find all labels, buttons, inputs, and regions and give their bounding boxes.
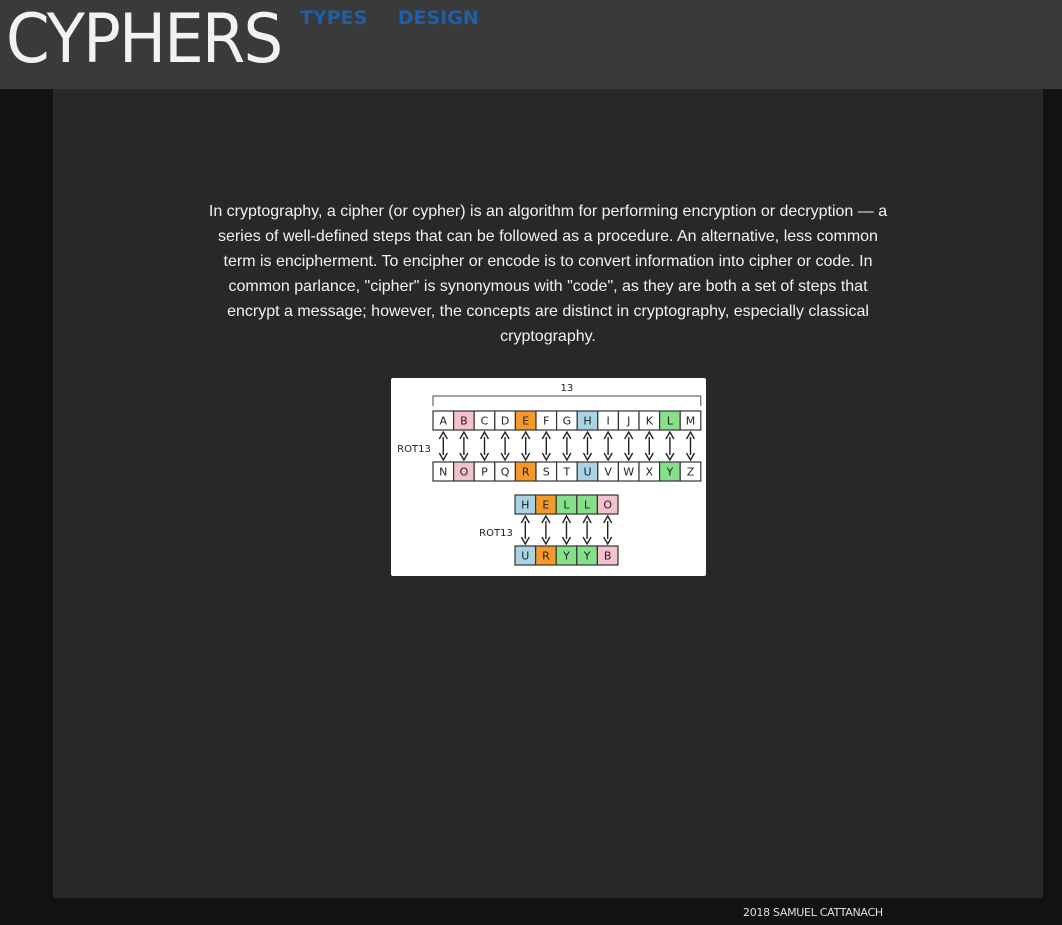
top-row-cell-K-letter: K	[646, 415, 654, 428]
bottom-row-cell-Y-letter: Y	[666, 466, 674, 479]
intro-paragraph: In cryptography, a cipher (or cypher) is…	[208, 203, 888, 345]
plain-word-cell-0-letter: H	[521, 499, 529, 512]
bottom-row-cell-P-letter: P	[481, 466, 488, 479]
word-rot-label: ROT13	[479, 528, 513, 539]
top-row-cell-H-letter: H	[583, 415, 591, 428]
bottom-row-cell-T-letter: T	[563, 466, 571, 479]
top-row-cell-I-letter: I	[606, 415, 609, 428]
top-row-cell-A-letter: A	[440, 415, 448, 428]
bottom-row-cell-O-letter: O	[460, 466, 469, 479]
content-panel: In cryptography, a cipher (or cypher) is…	[53, 89, 1043, 898]
cipher-word-cell-3-letter: Y	[583, 550, 591, 563]
plain-word-cell-3-letter: L	[584, 499, 591, 512]
bottom-row-cell-S-letter: S	[543, 466, 550, 479]
top-row-cell-L-letter: L	[667, 415, 674, 428]
bottom-row-cell-Z-letter: Z	[687, 466, 695, 479]
cipher-word-cell-1-letter: R	[542, 550, 550, 563]
bottom-row-cell-R-letter: R	[522, 466, 530, 479]
cipher-word-cell-4-letter: B	[604, 550, 612, 563]
bottom-row-cell-N-letter: N	[439, 466, 447, 479]
bottom-row-cell-U-letter: U	[583, 466, 591, 479]
site-footer: 2018 SAMUEL CATTANACH	[0, 898, 1062, 925]
top-row-cell-F-letter: F	[543, 415, 549, 428]
bottom-row-cell-W-letter: W	[623, 466, 634, 479]
main-nav: TYPES DESIGN	[300, 7, 505, 29]
top-row-cell-G-letter: G	[563, 415, 572, 428]
top-row-cell-E-letter: E	[522, 415, 529, 428]
bottom-row-cell-Q-letter: Q	[501, 466, 510, 479]
rot13-diagram-svg: 13A B C D E F G H I J K L MN O P Q R S T U V W X Y ZROT13H E L L OU R…	[397, 383, 702, 566]
alphabet-rot-label: ROT13	[397, 444, 431, 455]
plain-word-cell-4-letter: O	[603, 499, 612, 512]
footer-credit: 2018 SAMUEL CATTANACH	[743, 906, 883, 919]
shift-bracket	[432, 395, 702, 406]
bottom-row-cell-V-letter: V	[604, 466, 612, 479]
rot13-diagram: 13 A B C D E F G H I J K L M N O P Q R S T U V W X Y Z ROT13 H E L L O U R…	[391, 378, 706, 576]
shift-label: 13	[561, 383, 574, 394]
bottom-row-cell-X-letter: X	[646, 466, 654, 479]
nav-link-types[interactable]: TYPES	[300, 7, 367, 29]
top-row-cell-M-letter: M	[686, 415, 696, 428]
plain-word-cell-1-letter: E	[542, 499, 549, 512]
top-row-cell-B-letter: B	[460, 415, 468, 428]
top-row-cell-C-letter: C	[481, 415, 489, 428]
cipher-word-cell-0-letter: U	[521, 550, 529, 563]
nav-link-design[interactable]: DESIGN	[398, 7, 479, 29]
plain-word-cell-2-letter: L	[563, 499, 570, 512]
top-row-cell-J-letter: J	[626, 415, 630, 428]
site-logo[interactable]: CYPHERS	[6, 6, 283, 74]
site-header: CYPHERS TYPES DESIGN	[0, 0, 1062, 89]
top-row-cell-D-letter: D	[501, 415, 509, 428]
cipher-word-cell-2-letter: Y	[562, 550, 570, 563]
